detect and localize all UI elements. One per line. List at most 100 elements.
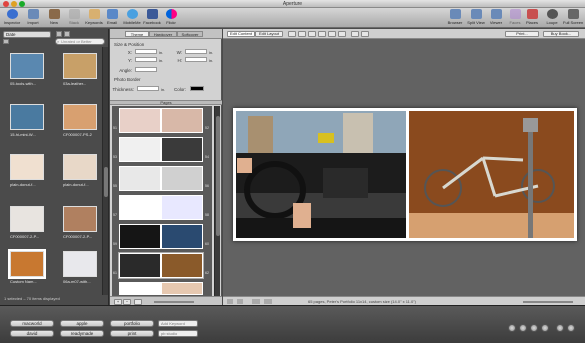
page-spread[interactable] [119,224,203,249]
grid-view-icon[interactable] [56,31,62,37]
previous-page-icon[interactable] [227,299,233,304]
thumbnail-item[interactable]: 03a-leather... [63,53,99,86]
next-image-icon[interactable] [567,324,575,332]
thumbnail-image [63,53,97,79]
photo-border-heading: Photo Border [114,77,141,82]
tab-hardcover[interactable]: Hardcover [149,31,177,37]
height-field[interactable] [185,57,207,62]
page-thumbnail [119,253,161,278]
keyword-button[interactable]: david [10,330,54,337]
page-thumbnail [119,137,161,162]
keyword-button[interactable]: print [110,330,154,337]
flag-icon[interactable] [541,324,549,332]
zoom-slider[interactable] [523,301,573,303]
spread-view-icon[interactable] [264,299,272,304]
page-spread[interactable] [119,282,203,295]
page-spread[interactable] [119,195,203,220]
search-field[interactable]: Unrated or Better [55,38,105,45]
page-spread[interactable] [119,137,203,162]
border-color-well[interactable] [190,86,204,91]
full-screen-button[interactable]: Full Screen [563,9,583,27]
arrange-icon[interactable] [338,31,346,37]
next-page-icon[interactable] [237,299,243,304]
thumbnail-item[interactable]: 15-hi-mini-W... [10,104,46,137]
map-box-icon[interactable] [318,31,326,37]
keyword-preset-select[interactable]: pb studio [158,330,198,337]
thumbnail-item[interactable]: plain-donut-f... [10,154,46,187]
keyword-button[interactable]: readymade [60,330,104,337]
align-icon[interactable] [328,31,336,37]
y-field[interactable] [135,57,157,62]
tab-theme[interactable]: Theme [125,31,149,37]
filter-icon[interactable] [3,39,9,44]
thumbnail-item[interactable]: CF000007-2-P... [63,206,99,239]
reject-icon[interactable] [530,324,538,332]
email-button[interactable]: Email [102,9,122,27]
buy-book-button[interactable]: Buy Book... [543,31,579,37]
back-icon[interactable] [361,31,369,37]
x-field[interactable] [135,49,157,54]
thumbnail-item[interactable]: Custom Nam... [8,249,46,284]
thumbnail-item[interactable]: 06a-m07-with... [63,251,99,284]
page-spread[interactable] [119,108,203,133]
page-spread[interactable] [119,166,203,191]
list-view-icon[interactable] [64,31,70,37]
text-box-icon[interactable] [298,31,306,37]
page-view-icon[interactable] [252,299,260,304]
previous-image-icon[interactable] [556,324,564,332]
stack-button[interactable]: Stack [64,9,84,27]
scroll-thumb[interactable] [104,167,108,197]
thumbnail-image [10,154,44,180]
thumbnail-image [10,206,44,232]
thumbnail-item[interactable]: 05-tools-with... [10,53,46,86]
browser-button[interactable]: Browser [445,9,465,27]
loupe-button[interactable]: Loupe [542,9,562,27]
project-select[interactable]: Date [3,31,51,38]
page-thumbnail [161,224,203,249]
tab-softcover[interactable]: Softcover [177,31,203,37]
thumbnail-item[interactable]: CF000007-2-P... [10,206,46,239]
page-thumbnail [161,195,203,220]
thumbnail-item[interactable]: CF000007-PS-2 [63,104,99,137]
flickr-button[interactable]: Flickr [161,9,181,27]
crop-tool-icon[interactable] [288,31,296,37]
places-button[interactable]: Places [522,9,542,27]
keyword-button[interactable]: portfolio [110,320,154,327]
keyword-button[interactable]: apple [60,320,104,327]
facebook-button[interactable]: Facebook [142,9,162,27]
add-keyword-field[interactable]: Add Keyword [158,320,198,327]
zoom-slider[interactable] [154,301,194,303]
browser-scrollbar[interactable] [102,47,108,295]
edit-layout-button[interactable]: Edit Layout [255,31,283,37]
keyword-button[interactable]: macworld [10,320,54,327]
keywords-button[interactable]: Keywords [84,9,104,27]
new-button[interactable]: New [44,9,64,27]
book-info: 65 pages, Peter's Portfolio 11x14, custo… [308,299,416,304]
edit-content-button[interactable]: Edit Content [227,31,255,37]
import-button[interactable]: Import [23,9,43,27]
rotate-left-icon[interactable] [508,324,516,332]
thickness-field[interactable] [137,86,159,91]
rotate-right-icon[interactable] [519,324,527,332]
split-view-icon [470,9,482,19]
angle-field[interactable] [135,67,157,72]
page-spread-selected[interactable] [118,252,204,279]
split-view-button[interactable]: Split View [466,9,486,27]
browser-icon [449,9,461,19]
thumbnail-image [8,249,46,279]
front-icon[interactable] [351,31,359,37]
photo-box-icon[interactable] [308,31,316,37]
thumbnail-image [63,206,97,232]
thumbnail-item[interactable]: plain-donut-f... [63,154,99,187]
scroll-thumb[interactable] [216,116,220,236]
keywords-icon [88,9,100,19]
mobileme-button[interactable]: MobileMe [122,9,142,27]
pages-scrollbar[interactable] [214,106,220,296]
facebook-icon [146,9,158,19]
inspector-button[interactable]: Inspector [2,9,22,27]
viewer-button[interactable]: Viewer [486,9,506,27]
print-button[interactable]: Print... [505,31,539,37]
width-field[interactable] [185,49,207,54]
book-spread[interactable] [233,108,577,241]
thumbnail-image [63,251,97,277]
